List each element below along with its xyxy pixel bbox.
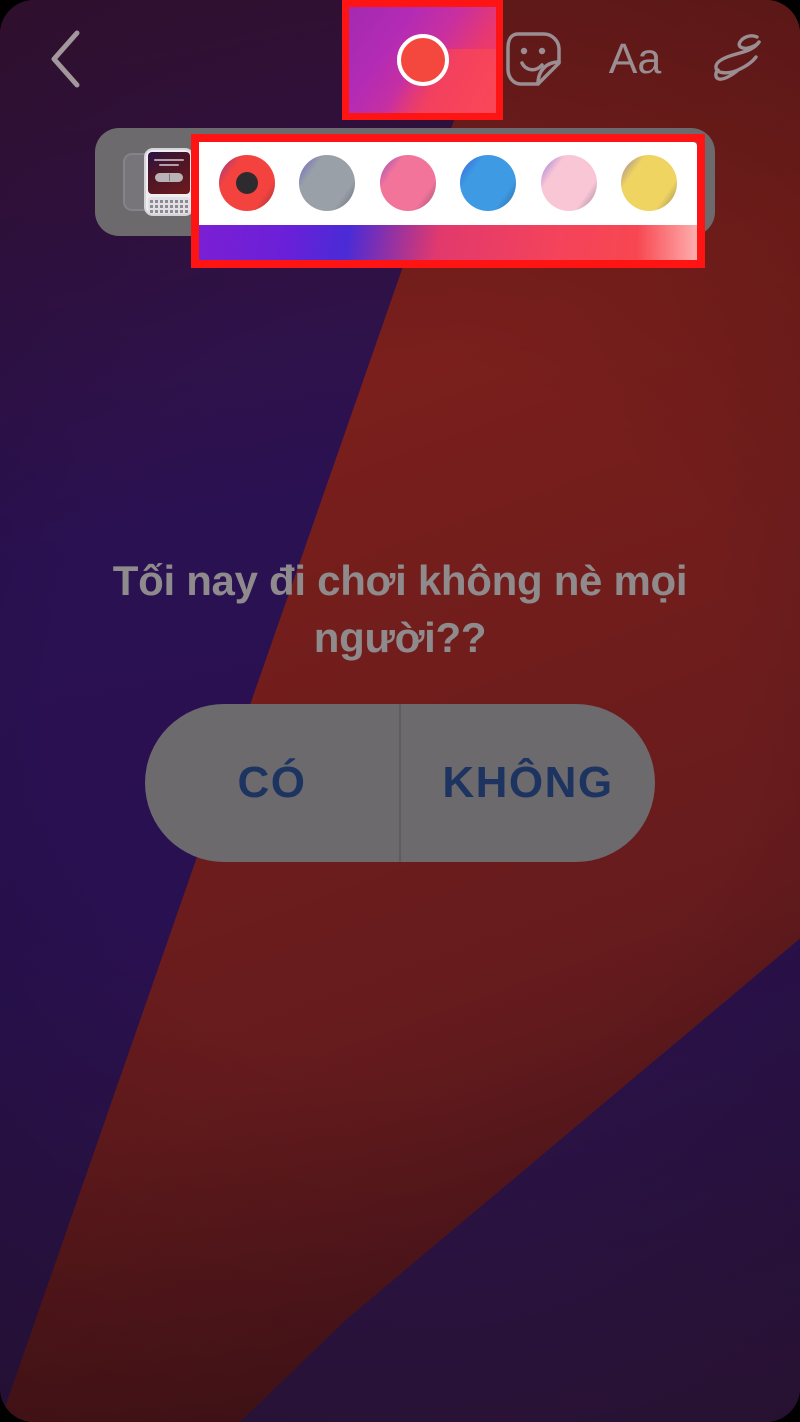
chevron-left-icon [51, 30, 80, 88]
swatch-glint-2 [379, 155, 436, 212]
editor-toolbar: Aa [0, 0, 800, 120]
draw-button[interactable] [698, 20, 778, 98]
thumbnail-image [148, 152, 190, 194]
thumbnail-card-front [144, 148, 194, 216]
color-picker-button-highlight [342, 0, 503, 120]
swatch-glint-2 [219, 155, 275, 212]
scribble-draw-icon [714, 34, 761, 81]
color-swatch-row-highlight [191, 134, 705, 268]
poll-question-text: Tối nay đi chơi không nè mọi người?? [112, 557, 688, 661]
text-icon: Aa [608, 34, 662, 83]
swatch-gray[interactable] [299, 155, 356, 212]
thumbnail-keyboard [148, 197, 190, 214]
poll-option-yes[interactable]: CÓ [145, 704, 399, 862]
poll-option-no[interactable]: KHÔNG [399, 704, 655, 862]
swatch-glint-2 [460, 155, 517, 212]
phone-screen: Tối nay đi chơi không nè mọi người?? CÓ … [0, 0, 800, 1422]
poll-options: CÓ KHÔNG [145, 704, 655, 862]
poll-sticker[interactable]: Tối nay đi chơi không nè mọi người?? CÓ … [0, 552, 800, 862]
swatch-glint-2 [540, 155, 597, 212]
swatch-yellow[interactable] [620, 155, 677, 212]
back-button[interactable] [30, 20, 102, 98]
text-button[interactable]: Aa [595, 20, 675, 98]
swatch-blue[interactable] [460, 155, 517, 212]
story-thumbnail-preview[interactable] [123, 146, 197, 218]
swatch-glint-2 [299, 155, 356, 212]
color-circle-icon [396, 34, 449, 86]
color-picker-button[interactable] [349, 7, 496, 113]
color-swatch-row [199, 142, 697, 225]
swatch-glint-2 [620, 155, 677, 212]
thumbnail-poll-pill [155, 173, 183, 182]
swatch-pink[interactable] [379, 155, 436, 212]
swatch-light-pink[interactable] [540, 155, 597, 212]
sticker-button[interactable] [495, 20, 573, 98]
gradient-preview-band [199, 224, 697, 261]
swatch-red[interactable] [219, 155, 275, 212]
sticker-face-icon [506, 32, 561, 86]
